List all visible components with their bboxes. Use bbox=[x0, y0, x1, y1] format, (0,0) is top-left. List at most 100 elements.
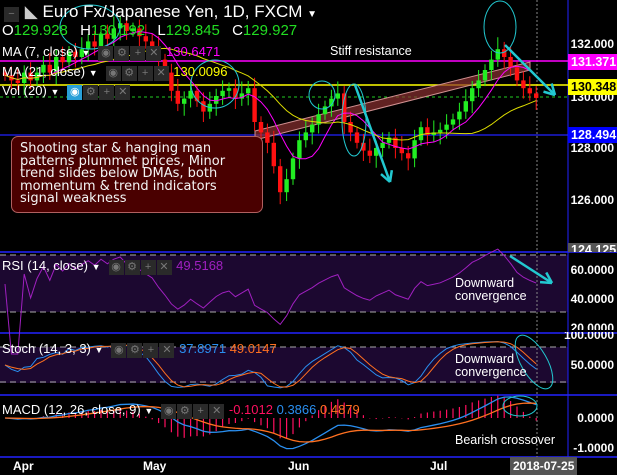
candle-body bbox=[514, 67, 520, 81]
plus-icon[interactable]: + bbox=[193, 404, 209, 420]
gear-icon[interactable]: ⚙ bbox=[114, 46, 130, 62]
candle-body bbox=[278, 166, 283, 193]
price-tag-support: 128.494 bbox=[568, 127, 617, 143]
high-label: H bbox=[80, 22, 91, 39]
chart-title[interactable]: − ◣ Euro Fx/Japanese Yen, 1D, FXCM ▼ bbox=[4, 2, 317, 22]
legend-buttons: ◉ ⚙ + ✕ bbox=[67, 83, 131, 101]
legend-label: MA (21, close) bbox=[2, 64, 86, 79]
candle-body bbox=[412, 140, 417, 159]
close-icon[interactable]: ✕ bbox=[153, 66, 169, 82]
legend-value: 130.0096 bbox=[173, 64, 228, 79]
close-icon[interactable]: ✕ bbox=[156, 260, 172, 276]
legend-ma21[interactable]: MA (21, close) ▼ ◉ ⚙ + ✕ 130.0096 bbox=[2, 64, 228, 82]
candle-body bbox=[284, 179, 289, 193]
macd-tick: -1.0000 bbox=[573, 441, 614, 455]
legend-label: Stoch (14, 3, 3) bbox=[2, 341, 91, 356]
candle-body bbox=[303, 132, 308, 141]
candle-body bbox=[438, 129, 443, 133]
legend-label: MA (7, close) bbox=[2, 44, 78, 59]
candle-body bbox=[489, 59, 494, 70]
legend-vol[interactable]: Vol (20) ▼ ◉ ⚙ + ✕ bbox=[2, 83, 131, 101]
note-line: convergence bbox=[455, 365, 527, 379]
gear-icon[interactable]: ⚙ bbox=[127, 343, 143, 359]
eye-icon[interactable]: ◉ bbox=[98, 46, 114, 62]
close-icon[interactable]: ✕ bbox=[209, 404, 225, 420]
legend-value: 49.5168 bbox=[176, 258, 224, 273]
close-label: C bbox=[232, 22, 243, 39]
note-line: Downward bbox=[455, 352, 515, 366]
price-tag-resistance: 131.371 bbox=[568, 54, 617, 70]
candle-body bbox=[521, 80, 526, 89]
candle-body bbox=[348, 122, 353, 133]
plus-icon[interactable]: + bbox=[143, 343, 159, 359]
candle-body bbox=[297, 140, 302, 159]
price-tick: 132.000 bbox=[570, 37, 614, 51]
time-cursor-label: 2018-07-25 bbox=[510, 457, 578, 475]
rsi-tick: 40.0000 bbox=[570, 292, 614, 306]
candle-body bbox=[367, 150, 372, 156]
rsi-note: Downward convergence bbox=[455, 277, 527, 303]
candle-body bbox=[220, 90, 225, 96]
chevron-down-icon[interactable]: ▼ bbox=[307, 9, 317, 20]
candle-body bbox=[265, 132, 270, 143]
eye-icon[interactable]: ◉ bbox=[105, 66, 121, 82]
gear-icon[interactable]: ⚙ bbox=[177, 404, 193, 420]
candle-body bbox=[495, 49, 500, 60]
legend-value-macd: 0.3866 bbox=[276, 402, 317, 417]
candle-body bbox=[463, 101, 468, 112]
eye-icon[interactable]: ◉ bbox=[108, 260, 124, 276]
close-value: 129.927 bbox=[242, 22, 298, 39]
legend-value-signal: 0.4879 bbox=[320, 402, 360, 417]
legend-rsi[interactable]: RSI (14, close) ▼ ◉ ⚙ + ✕ 49.5168 bbox=[2, 258, 224, 276]
close-icon[interactable]: ✕ bbox=[159, 343, 175, 359]
candle-body bbox=[508, 57, 513, 68]
candle-body bbox=[310, 124, 315, 133]
legend-label: RSI (14, close) bbox=[2, 258, 88, 273]
note-line: Downward bbox=[455, 276, 515, 290]
gear-icon[interactable]: ⚙ bbox=[124, 260, 140, 276]
plus-icon[interactable]: + bbox=[137, 66, 153, 82]
candle-body bbox=[399, 148, 404, 154]
candle-body bbox=[450, 119, 456, 125]
candle-body bbox=[534, 93, 539, 98]
collapse-icon[interactable]: − bbox=[4, 7, 19, 22]
price-tag-yellow: 130.348 bbox=[568, 79, 617, 95]
price-tick: 126.000 bbox=[570, 193, 614, 207]
chevron-down-icon[interactable]: ▼ bbox=[144, 406, 153, 416]
plus-icon[interactable]: + bbox=[130, 46, 146, 62]
high-value: 130.192 bbox=[90, 22, 146, 39]
time-tick: May bbox=[143, 459, 167, 473]
candle-body bbox=[527, 88, 532, 94]
close-icon[interactable]: ✕ bbox=[146, 46, 162, 62]
eye-icon[interactable]: ◉ bbox=[161, 404, 177, 420]
plus-icon[interactable]: + bbox=[99, 85, 115, 101]
candle-body bbox=[182, 98, 187, 104]
close-icon[interactable]: ✕ bbox=[115, 85, 131, 101]
legend-buttons: ◉ ⚙ + ✕ bbox=[111, 341, 175, 359]
candle-body bbox=[470, 88, 475, 102]
chevron-down-icon[interactable]: ▼ bbox=[50, 87, 59, 97]
macd-note: Bearish crossover bbox=[455, 433, 556, 447]
eye-icon[interactable]: ◉ bbox=[67, 85, 83, 101]
stoch-note: Downward convergence bbox=[455, 353, 527, 379]
chevron-down-icon[interactable]: ▼ bbox=[81, 48, 90, 58]
stoch-tick: 100.0000 bbox=[563, 332, 614, 340]
plus-icon[interactable]: + bbox=[140, 260, 156, 276]
legend-macd[interactable]: MACD (12, 26, close, 9) ▼ ◉ ⚙ + ✕ -0.1012 0.… bbox=[2, 402, 360, 420]
legend-ma7[interactable]: MA (7, close) ▼ ◉ ⚙ + ✕ 130.6471 bbox=[2, 44, 220, 62]
candle-body bbox=[290, 158, 296, 180]
legend-value-hist: -0.1012 bbox=[228, 402, 273, 417]
chevron-down-icon[interactable]: ▼ bbox=[95, 345, 104, 355]
rsi-tick: 20.0000 bbox=[570, 321, 614, 330]
time-tick: Apr bbox=[13, 459, 34, 473]
gear-icon[interactable]: ⚙ bbox=[83, 85, 99, 101]
candle-body bbox=[380, 142, 385, 148]
time-tick: Jun bbox=[288, 459, 310, 473]
symbol-title: Euro Fx/Japanese Yen, 1D, FXCM bbox=[42, 2, 303, 21]
chevron-down-icon[interactable]: ▼ bbox=[92, 262, 101, 272]
legend-stoch[interactable]: Stoch (14, 3, 3) ▼ ◉ ⚙ + ✕ 37.8971 49.0147 bbox=[2, 341, 277, 359]
chevron-down-icon[interactable]: ▼ bbox=[89, 68, 98, 78]
gear-icon[interactable]: ⚙ bbox=[121, 66, 137, 82]
candle-body bbox=[316, 114, 321, 125]
eye-icon[interactable]: ◉ bbox=[111, 343, 127, 359]
